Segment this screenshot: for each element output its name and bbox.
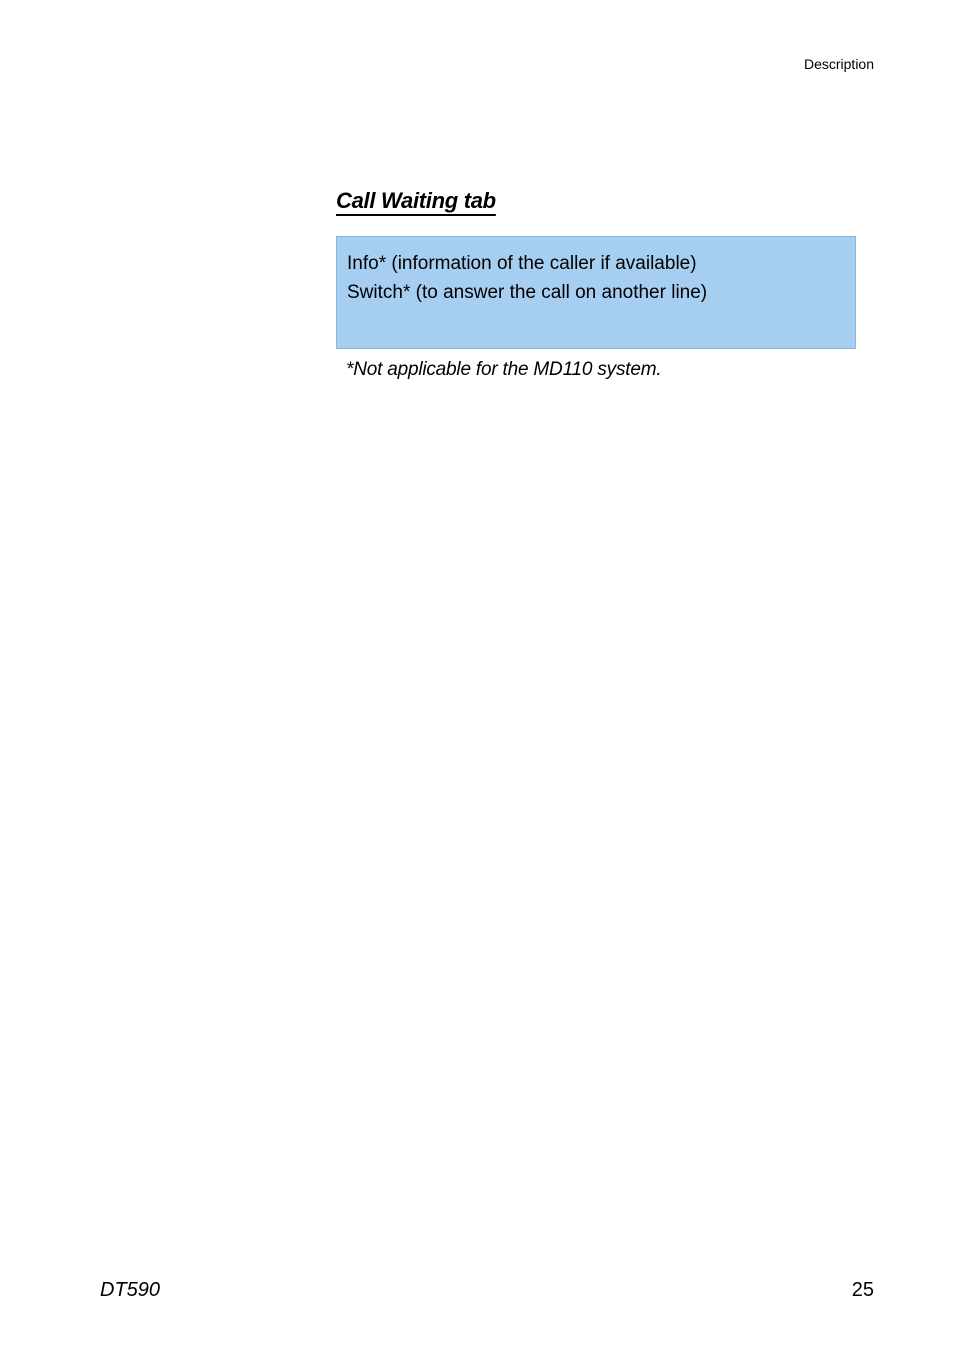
info-box: Info* (information of the caller if avai… xyxy=(336,236,856,349)
footnote: *Not applicable for the MD110 system. xyxy=(346,359,876,381)
footer-model: DT590 xyxy=(100,1279,160,1302)
info-box-line-2: Switch* (to answer the call on another l… xyxy=(347,278,845,307)
header-label: Description xyxy=(804,56,874,72)
main-content: Call Waiting tab Info* (information of t… xyxy=(336,188,876,381)
info-box-line-1: Info* (information of the caller if avai… xyxy=(347,249,845,278)
page-number: 25 xyxy=(852,1279,874,1302)
page-footer: DT590 25 xyxy=(100,1279,874,1302)
section-heading: Call Waiting tab xyxy=(336,188,876,214)
